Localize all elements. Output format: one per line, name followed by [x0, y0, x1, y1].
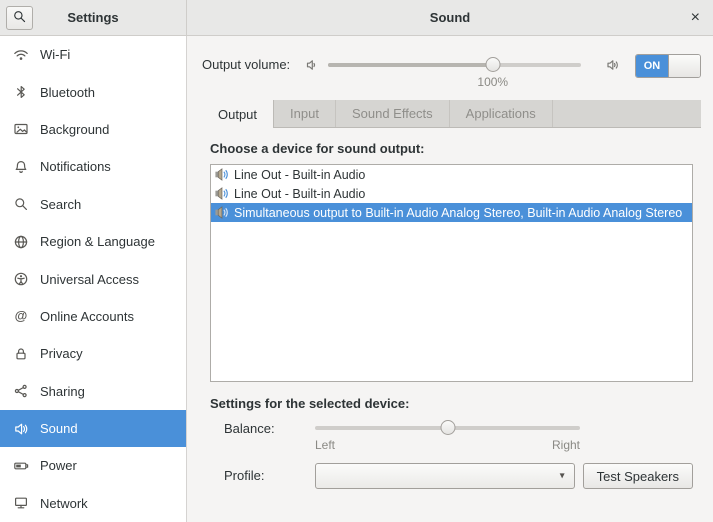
sidebar-item-label: Privacy [40, 346, 83, 361]
device-label: Line Out - Built-in Audio [234, 187, 365, 201]
chevron-down-icon: ▾ [560, 471, 565, 482]
sidebar-item-label: Background [40, 122, 109, 137]
switch-knob[interactable] [668, 55, 700, 77]
sidebar-item-network[interactable]: Network [0, 485, 186, 522]
sidebar-item-search[interactable]: Search [0, 186, 186, 223]
balance-slider[interactable]: Left Right [315, 417, 580, 439]
slider-handle[interactable] [440, 420, 455, 435]
balance-label: Balance: [210, 417, 315, 441]
sound-notebook: Output Input Sound Effects Applications … [202, 100, 701, 522]
bell-icon [13, 159, 29, 175]
tab-applications[interactable]: Applications [450, 100, 553, 127]
sidebar-header: Settings [0, 0, 187, 36]
sidebar-item-privacy[interactable]: Privacy [0, 335, 186, 372]
profile-row: Profile: ▾ Test Speakers [210, 463, 693, 489]
tab-input[interactable]: Input [274, 100, 336, 127]
bluetooth-icon [13, 84, 29, 100]
sidebar-item-sharing[interactable]: Sharing [0, 373, 186, 410]
output-device-list: Line Out - Built-in Audio Line Out - Bui… [210, 164, 693, 382]
slider-handle[interactable] [485, 57, 500, 72]
tab-sound-effects[interactable]: Sound Effects [336, 100, 450, 127]
sidebar-item-notifications[interactable]: Notifications [0, 148, 186, 185]
balance-left-label: Left [315, 438, 335, 452]
profile-label: Profile: [210, 464, 315, 488]
tab-output[interactable]: Output [202, 100, 274, 128]
sidebar-item-label: Bluetooth [40, 85, 95, 100]
balance-row: Balance: Left Right [210, 417, 693, 441]
panel-title: Sound [430, 10, 470, 25]
lock-icon [13, 346, 29, 362]
close-button[interactable]: × [691, 10, 700, 26]
sidebar-item-label: Online Accounts [40, 309, 134, 324]
device-label: Line Out - Built-in Audio [234, 168, 365, 182]
sidebar-item-universal-access[interactable]: Universal Access [0, 260, 186, 297]
wifi-icon [13, 47, 29, 63]
output-volume-slider[interactable]: 100% [328, 54, 581, 76]
settings-window: Settings Sound × Wi-Fi Bluetooth Backgro… [0, 0, 713, 522]
choose-device-label: Choose a device for sound output: [210, 141, 693, 156]
sidebar-item-region-language[interactable]: Region & Language [0, 223, 186, 260]
output-volume-row: Output volume: 100% ON [187, 36, 713, 78]
search-icon [13, 196, 29, 212]
volume-percent-label: 100% [477, 75, 508, 89]
sidebar-item-wifi[interactable]: Wi-Fi [0, 36, 186, 73]
sidebar-item-label: Universal Access [40, 272, 139, 287]
volume-high-icon [605, 57, 621, 76]
sidebar-item-label: Sound [40, 421, 78, 436]
switch-on-label: ON [636, 55, 668, 77]
search-icon [12, 9, 27, 27]
volume-low-icon [304, 57, 320, 76]
sidebar-item-label: Power [40, 458, 77, 473]
audio-card-icon [214, 186, 229, 201]
sidebar-item-label: Network [40, 496, 88, 511]
sidebar-item-online-accounts[interactable]: @ Online Accounts [0, 298, 186, 335]
sidebar-item-label: Region & Language [40, 234, 155, 249]
universal-access-icon [13, 271, 29, 287]
sidebar-item-label: Wi-Fi [40, 47, 70, 62]
globe-icon [13, 234, 29, 250]
sidebar-item-label: Sharing [40, 384, 85, 399]
sidebar-item-power[interactable]: Power [0, 447, 186, 484]
device-row-selected[interactable]: Simultaneous output to Built-in Audio An… [211, 203, 692, 222]
audio-card-icon [214, 205, 229, 220]
tab-bar: Output Input Sound Effects Applications [202, 100, 701, 128]
online-accounts-icon: @ [13, 308, 29, 324]
settings-for-device-label: Settings for the selected device: [210, 396, 693, 411]
device-row[interactable]: Line Out - Built-in Audio [211, 184, 692, 203]
network-icon [13, 495, 29, 511]
sound-panel: Output volume: 100% ON Output Input Soun… [187, 36, 713, 522]
balance-right-label: Right [552, 438, 580, 452]
test-speakers-button[interactable]: Test Speakers [583, 463, 693, 489]
panel-header: Sound × [187, 0, 713, 36]
sidebar-item-label: Search [40, 197, 81, 212]
profile-dropdown[interactable]: ▾ [315, 463, 575, 489]
device-label: Simultaneous output to Built-in Audio An… [234, 206, 682, 220]
output-volume-switch[interactable]: ON [635, 54, 701, 78]
sidebar-item-background[interactable]: Background [0, 111, 186, 148]
audio-card-icon [214, 167, 229, 182]
speaker-icon [13, 421, 29, 437]
search-button[interactable] [6, 6, 33, 30]
background-icon [13, 121, 29, 137]
sidebar-item-label: Notifications [40, 159, 111, 174]
slider-fill [328, 63, 493, 67]
battery-icon [13, 458, 29, 474]
sidebar-item-sound[interactable]: Sound [0, 410, 186, 447]
device-row[interactable]: Line Out - Built-in Audio [211, 165, 692, 184]
output-tab-content: Choose a device for sound output: Line O… [202, 128, 701, 522]
share-icon [13, 383, 29, 399]
sidebar-item-bluetooth[interactable]: Bluetooth [0, 73, 186, 110]
sidebar: Wi-Fi Bluetooth Background Notifications… [0, 36, 187, 522]
output-volume-label: Output volume: [202, 54, 290, 76]
